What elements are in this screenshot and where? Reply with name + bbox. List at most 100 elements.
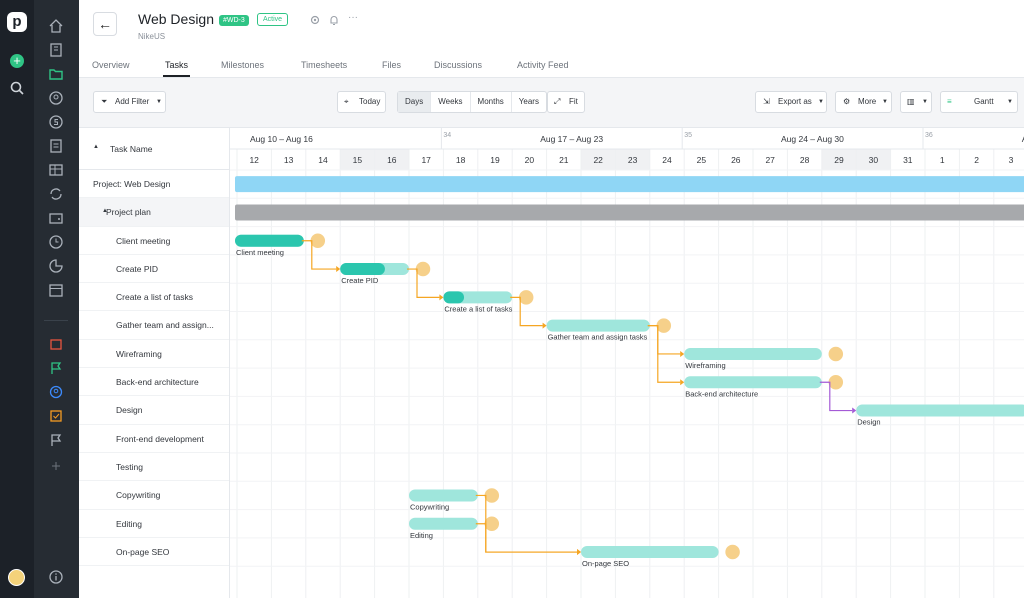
day-label: 15 — [353, 155, 363, 165]
task-list-row[interactable]: Editing — [79, 510, 229, 538]
scale-weeks-button[interactable]: Weeks — [431, 92, 471, 112]
task-list-row[interactable]: Gather team and assign... — [79, 311, 229, 340]
tab-milestones[interactable]: Milestones — [221, 60, 264, 70]
user-avatar[interactable] — [8, 569, 25, 586]
task-list-row[interactable]: Testing — [79, 453, 229, 482]
sidebar — [34, 0, 79, 598]
task-name: Copywriting — [116, 490, 161, 501]
dependency-arrowhead — [439, 294, 444, 301]
task-list-row[interactable]: Front-end development — [79, 425, 229, 453]
app-logo[interactable]: p — [7, 12, 27, 32]
task-list-row[interactable]: Project: Web Design — [79, 170, 229, 199]
wallet-icon[interactable] — [48, 210, 64, 226]
task-name: Wireframing — [116, 348, 162, 359]
assignee-avatar[interactable] — [723, 543, 742, 561]
task-name-column-header: Task Name — [110, 144, 153, 154]
task-name: Gather team and assign... — [116, 320, 214, 331]
task-bar[interactable] — [581, 546, 719, 559]
task-list-row[interactable]: Back-end architecture — [79, 368, 229, 397]
day-label: 3 — [1009, 155, 1014, 165]
dependency-arrowhead — [336, 266, 341, 273]
tab-overview[interactable]: Overview — [92, 60, 130, 70]
task-bar-progress — [443, 291, 465, 304]
gantt-icon: ≡ — [947, 97, 952, 106]
user-icon[interactable] — [48, 90, 64, 106]
pie-chart-icon[interactable] — [48, 258, 64, 274]
folder-icon[interactable] — [48, 66, 64, 82]
home-icon[interactable] — [48, 18, 64, 34]
task-bar[interactable] — [684, 347, 822, 360]
create-plus-icon[interactable]: + — [10, 54, 24, 68]
info-icon[interactable] — [48, 569, 64, 585]
day-label: 14 — [318, 155, 328, 165]
day-label: 2 — [974, 155, 979, 165]
task-name: Back-end architecture — [116, 377, 199, 388]
fit-button[interactable]: ⤢ Fit — [547, 91, 585, 113]
back-button[interactable]: ← — [93, 12, 117, 36]
more-label: More — [858, 97, 877, 106]
scale-years-button[interactable]: Years — [512, 92, 546, 112]
dollar-icon[interactable] — [48, 114, 64, 130]
task-bar[interactable] — [409, 517, 478, 530]
task-list-row[interactable]: Design — [79, 396, 229, 425]
folder-red-icon[interactable] — [48, 336, 64, 352]
task-bar[interactable] — [409, 489, 478, 502]
calendar-icon[interactable] — [48, 282, 64, 298]
task-bar-label: Copywriting — [410, 502, 449, 511]
columns-button[interactable]: ▥ ▼ — [900, 91, 932, 113]
checkbox-orange-icon[interactable] — [48, 408, 64, 424]
project-id-badge: #WD-3 — [219, 15, 249, 26]
table-icon[interactable] — [48, 162, 64, 178]
day-label: 31 — [903, 155, 913, 165]
add-filter-label: Add Filter — [115, 97, 150, 106]
export-button[interactable]: ⇲ Export as ▼ — [755, 91, 827, 113]
task-list-row[interactable]: Client meeting — [79, 227, 229, 255]
clock-icon[interactable] — [48, 234, 64, 250]
sync-icon[interactable] — [48, 186, 64, 202]
tab-activity-feed[interactable]: Activity Feed — [517, 60, 569, 70]
task-list-row[interactable]: ▲ Project plan — [79, 198, 229, 227]
day-label: 24 — [662, 155, 672, 165]
task-list-row[interactable]: Create PID — [79, 255, 229, 284]
task-list-header[interactable]: ▲ Task Name — [79, 128, 229, 170]
user-blue-icon[interactable] — [48, 384, 64, 400]
search-icon[interactable] — [9, 80, 25, 96]
add-filter-button[interactable]: ⏷ Add Filter ▼ — [93, 91, 166, 113]
scale-days-button[interactable]: Days — [398, 92, 432, 112]
building-icon[interactable] — [48, 42, 64, 58]
tab-discussions[interactable]: Discussions — [434, 60, 482, 70]
week-range-label: Aug 10 – Aug 16 — [250, 134, 313, 144]
day-label: 21 — [559, 155, 569, 165]
task-list-row[interactable]: Copywriting — [79, 481, 229, 510]
more-options-icon[interactable]: ··· — [348, 13, 360, 26]
view-switch-button[interactable]: ≡ Gantt ▼ — [940, 91, 1018, 113]
task-bar[interactable] — [684, 376, 822, 389]
plus-icon[interactable] — [48, 458, 64, 474]
today-button[interactable]: ⌖ Today — [337, 91, 386, 113]
document-icon[interactable] — [48, 138, 64, 154]
day-label: 17 — [421, 155, 431, 165]
summary-bar[interactable] — [235, 176, 1024, 193]
bell-icon[interactable] — [328, 14, 340, 26]
more-button[interactable]: ⚙ More ▼ — [835, 91, 892, 113]
task-list-row[interactable]: On-page SEO — [79, 538, 229, 567]
settings-gear-icon[interactable] — [309, 14, 321, 26]
flag-icon[interactable] — [48, 432, 64, 448]
task-bar[interactable] — [546, 319, 650, 332]
task-bar[interactable] — [856, 404, 1024, 417]
day-label: 22 — [593, 155, 603, 165]
day-label: 12 — [249, 155, 259, 165]
scale-selector: Days Weeks Months Years — [397, 91, 547, 113]
tab-timesheets[interactable]: Timesheets — [301, 60, 347, 70]
task-bar-label: Gather team and assign tasks — [548, 333, 648, 342]
tab-tasks[interactable]: Tasks — [162, 60, 191, 77]
assignee-avatar[interactable] — [827, 345, 845, 363]
status-badge[interactable]: Active — [257, 13, 289, 26]
tab-files[interactable]: Files — [382, 60, 401, 70]
flag-green-icon[interactable] — [48, 360, 64, 376]
scale-months-button[interactable]: Months — [471, 92, 512, 112]
task-list-row[interactable]: Create a list of tasks — [79, 283, 229, 312]
task-bar-progress — [340, 263, 385, 276]
summary-bar[interactable] — [235, 204, 1024, 221]
task-list-row[interactable]: Wireframing — [79, 340, 229, 369]
